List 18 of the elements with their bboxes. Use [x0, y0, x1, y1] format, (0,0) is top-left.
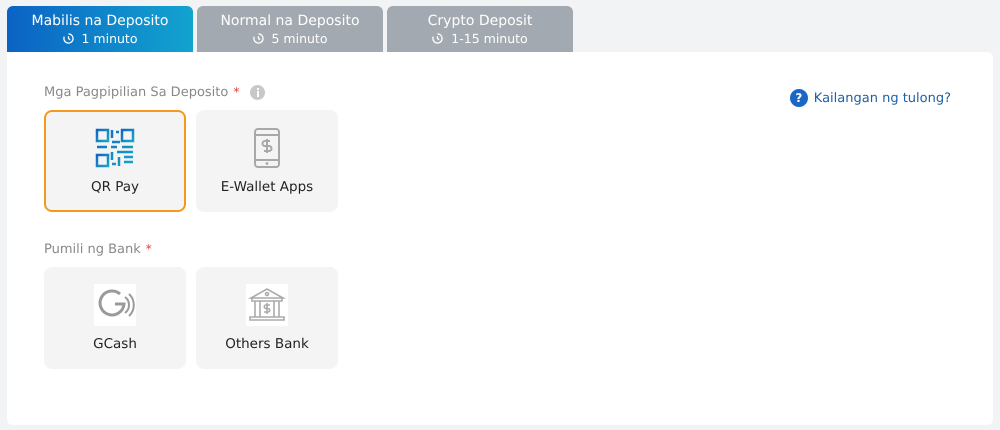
option-card[interactable]: QR Pay [44, 110, 186, 212]
clock-icon [432, 32, 444, 44]
option-card[interactable]: GCash [44, 267, 186, 369]
required-mark: * [233, 85, 240, 99]
help-icon: ? [790, 89, 808, 107]
option-card[interactable]: Others Bank [196, 267, 338, 369]
deposit-tab[interactable]: Mabilis na Deposito 1 minuto [7, 6, 193, 52]
clock-icon [62, 32, 74, 44]
help-link[interactable]: ? Kailangan ng tulong? [790, 89, 951, 107]
qr-code-icon [95, 128, 135, 168]
section-label: Mga Pagpipilian Sa Deposito [44, 85, 228, 100]
section-label: Pumili ng Bank [44, 242, 141, 257]
g-logo-icon [94, 284, 136, 326]
bank-icon [246, 284, 288, 326]
option-card[interactable]: E-Wallet Apps [196, 110, 338, 212]
clock-icon [252, 32, 264, 44]
phone-dollar-icon [253, 128, 281, 168]
required-mark: * [146, 242, 152, 256]
